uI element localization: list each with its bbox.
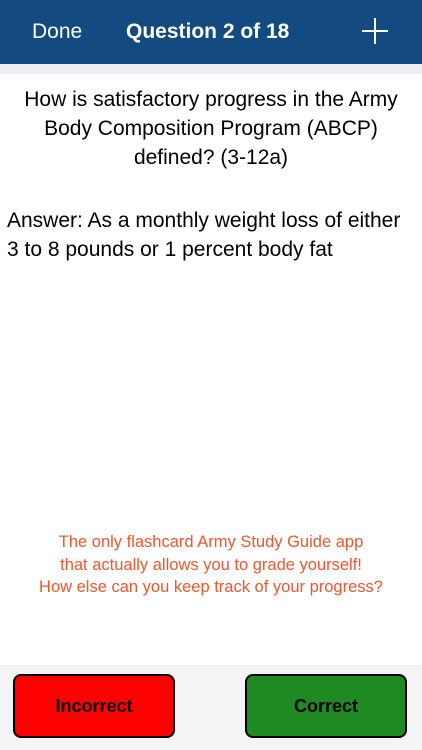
promo-line: The only flashcard Army Study Guide app [58,533,364,551]
promo-line: How else can you keep track of your prog… [39,578,383,596]
incorrect-button-label: Incorrect [55,695,133,716]
navigation-bar: Done Question 2 of 18 [0,0,422,64]
nav-divider [0,64,422,74]
answer-text: Answer: As a monthly weight loss of eith… [7,209,401,261]
correct-button[interactable]: Correct [245,674,407,738]
incorrect-button[interactable]: Incorrect [13,674,175,738]
plus-icon[interactable] [362,18,388,44]
promo-line: that actually allows you to grade yourse… [60,555,362,574]
question-text: How is satisfactory progress in the Army… [24,88,398,169]
done-button[interactable]: Done [32,18,82,46]
correct-button-label: Correct [293,695,359,716]
question-counter-title: Question 2 of 18 [126,20,290,43]
promo-message: The only flashcard Army Study Guide app … [0,531,422,599]
